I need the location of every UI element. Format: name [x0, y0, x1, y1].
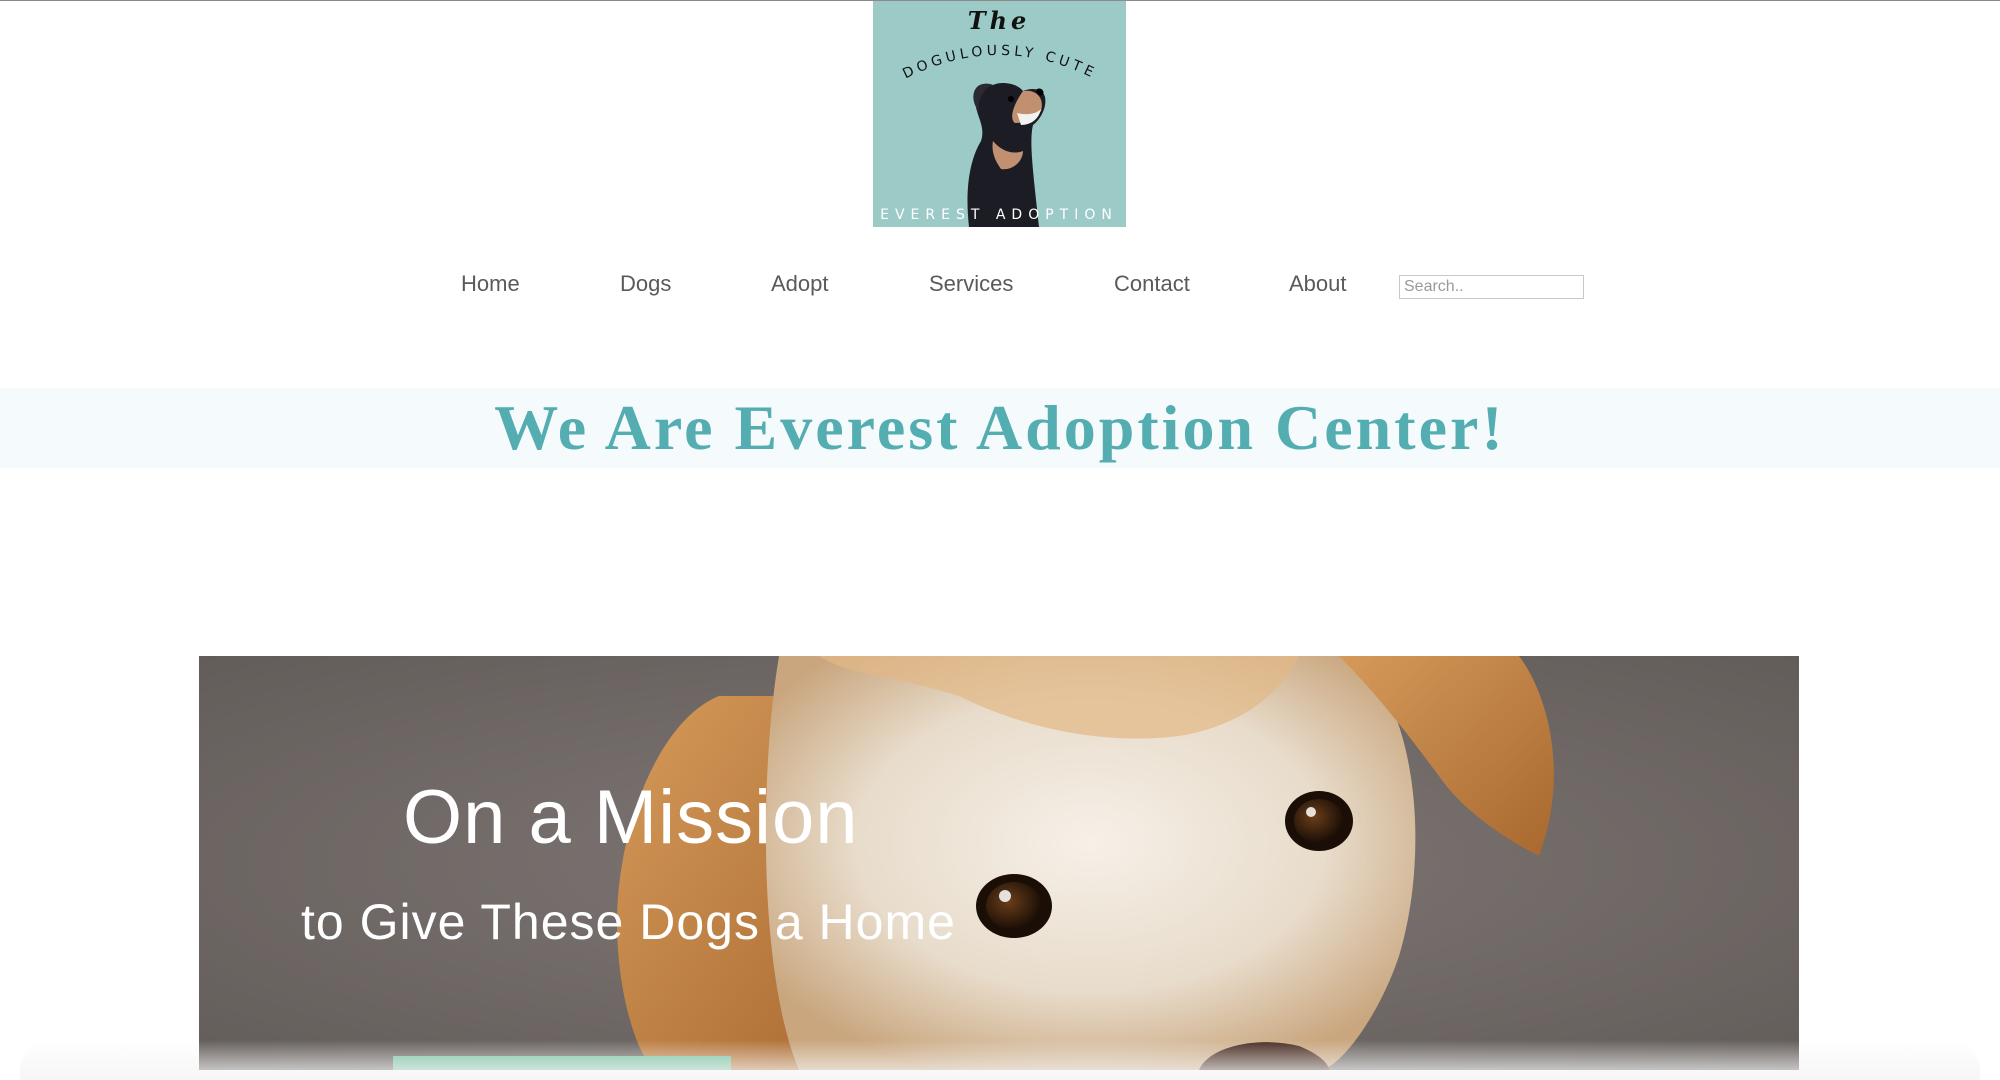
page-title: We Are Everest Adoption Center! [494, 392, 1506, 463]
logo-line-top: The [968, 6, 1031, 35]
main-nav: Home Dogs Adopt Services Contact About [0, 265, 2000, 309]
hero-title: On a Mission [403, 775, 859, 860]
nav-item-contact[interactable]: Contact [1114, 271, 1190, 297]
nav-item-home[interactable]: Home [461, 271, 520, 297]
bottom-overlay [20, 1040, 1980, 1080]
search-input[interactable] [1399, 275, 1584, 299]
nav-item-dogs[interactable]: Dogs [620, 271, 671, 297]
nav-item-services[interactable]: Services [929, 271, 1013, 297]
dog-icon [967, 83, 1046, 227]
welcome-banner: We Are Everest Adoption Center! [0, 388, 2000, 468]
nav-item-adopt[interactable]: Adopt [771, 271, 829, 297]
nav-item-about[interactable]: About [1289, 271, 1347, 297]
beagle-dog-photo [199, 656, 1799, 1070]
hero-subtitle: to Give These Dogs a Home [301, 894, 956, 950]
logo-arc-text: DOGULOUSLY CUTE [900, 43, 1099, 83]
logo-graphic: The DOGULOUSLY CUTE EVEREST ADOPTION [880, 6, 1118, 227]
logo-line-bottom: EVEREST ADOPTION [880, 207, 1118, 223]
hero-section: On a Mission to Give These Dogs a Home [199, 656, 1799, 1070]
site-logo[interactable]: The DOGULOUSLY CUTE EVEREST ADOPTION [873, 1, 1126, 227]
